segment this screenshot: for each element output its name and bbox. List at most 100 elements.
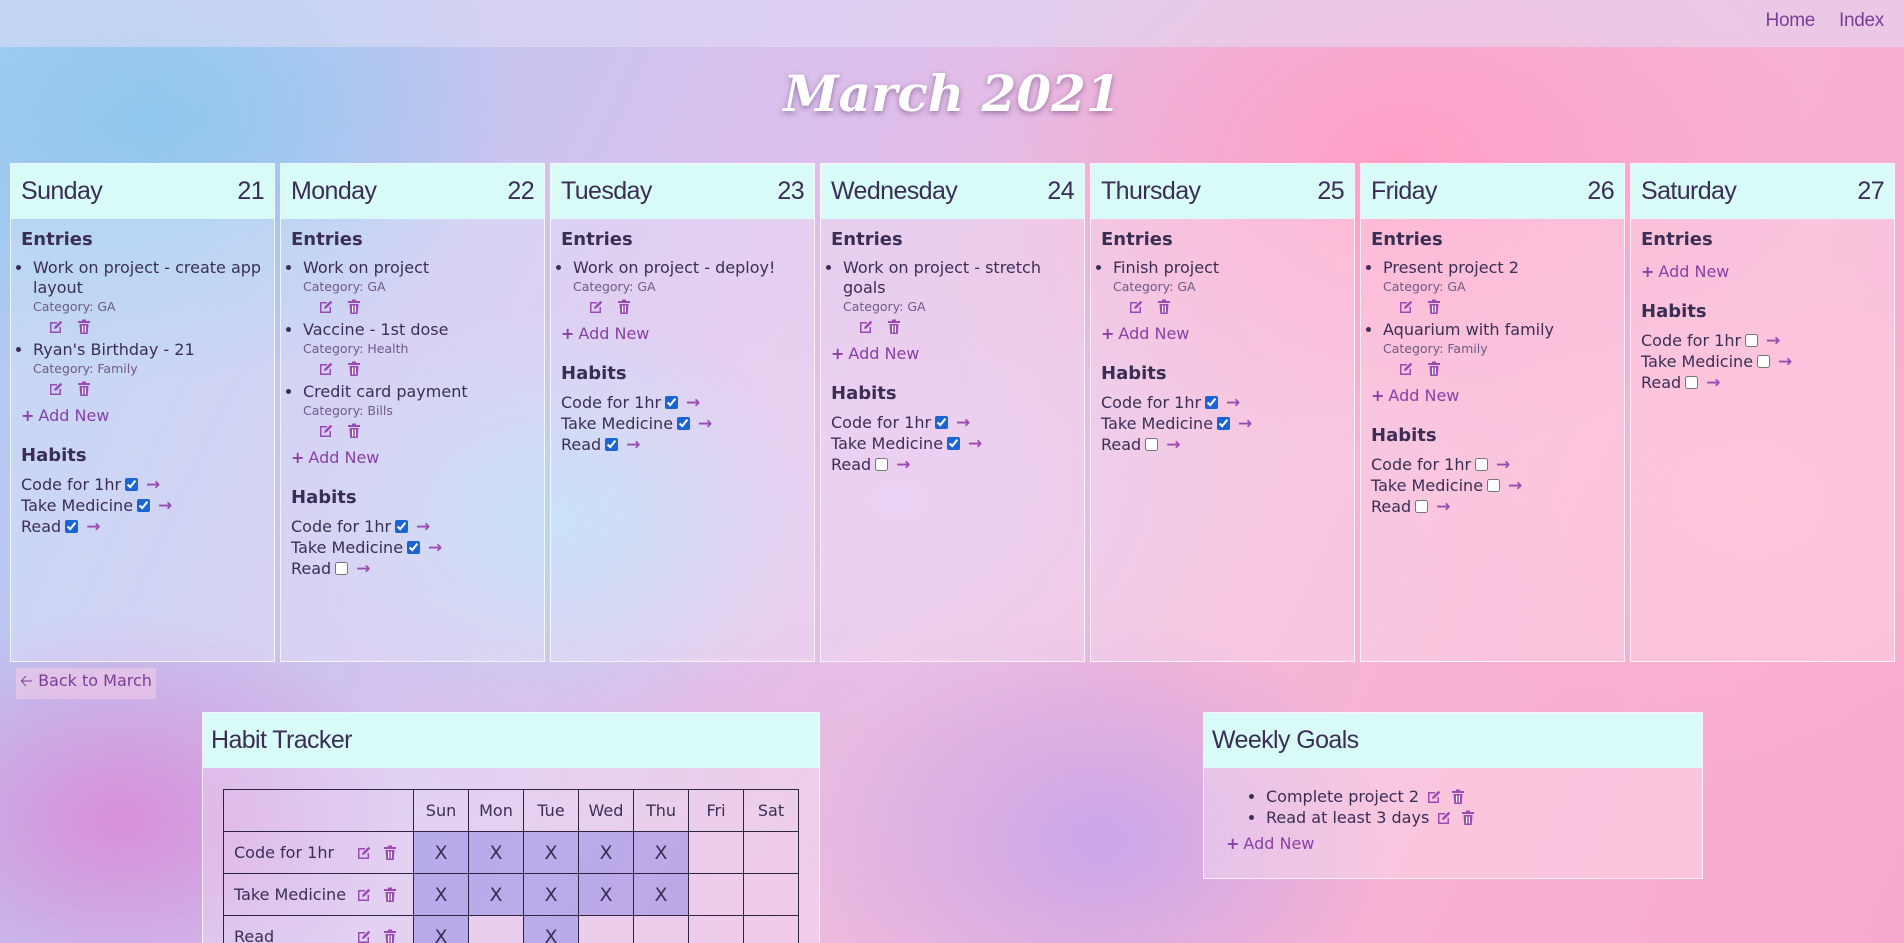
habit-checkbox[interactable] <box>665 396 679 409</box>
add-entry-button[interactable]: + Add New <box>561 324 649 343</box>
add-entry-button[interactable]: + Add New <box>1641 262 1729 281</box>
arrow-right-icon[interactable]: → <box>626 435 640 455</box>
habit-checkbox[interactable] <box>65 520 79 533</box>
arrow-right-icon[interactable]: → <box>158 496 172 516</box>
trash-icon[interactable] <box>381 928 399 943</box>
entries-list: Work on project - deploy! Category: GA <box>561 258 804 318</box>
nav-link-home[interactable]: Home <box>1766 10 1816 32</box>
habit-checkbox[interactable] <box>335 562 349 575</box>
arrow-right-icon[interactable]: → <box>686 393 700 413</box>
tracker-day-header: Fri <box>688 789 744 832</box>
goal-row: Complete project 2 <box>1266 786 1467 807</box>
entry-item: Finish project Category: GA <box>1113 258 1344 318</box>
habit-checkbox[interactable] <box>1415 500 1429 513</box>
arrow-right-icon[interactable]: → <box>1508 476 1522 496</box>
trash-icon[interactable] <box>381 844 399 862</box>
trash-icon[interactable] <box>75 380 93 398</box>
add-entry-button[interactable]: + Add New <box>291 448 379 467</box>
edit-icon[interactable] <box>1435 809 1453 827</box>
edit-icon[interactable] <box>317 422 335 440</box>
edit-icon[interactable] <box>47 380 65 398</box>
edit-icon[interactable] <box>1397 298 1415 316</box>
habit-checkbox[interactable] <box>395 520 409 533</box>
habit-checkbox[interactable] <box>1217 417 1231 430</box>
trash-icon[interactable] <box>1449 788 1467 806</box>
edit-icon[interactable] <box>355 886 373 904</box>
habit-checkbox[interactable] <box>1757 355 1771 368</box>
trash-icon[interactable] <box>345 298 363 316</box>
tracker-mark-cell: X <box>468 831 524 874</box>
entries-heading: Entries <box>291 229 363 250</box>
arrow-right-icon[interactable]: → <box>956 413 970 433</box>
habit-checkbox[interactable] <box>1205 396 1219 409</box>
arrow-right-icon[interactable]: → <box>356 559 370 579</box>
add-goal-button[interactable]: + Add New <box>1226 834 1314 853</box>
entry-actions <box>843 316 1074 338</box>
habit-row: Take Medicine → <box>1371 475 1614 496</box>
edit-icon[interactable] <box>587 298 605 316</box>
trash-icon[interactable] <box>75 318 93 336</box>
trash-icon[interactable] <box>1425 298 1443 316</box>
arrow-right-icon[interactable]: → <box>428 538 442 558</box>
add-entry-button[interactable]: + Add New <box>1371 386 1459 405</box>
add-entry-button[interactable]: + Add New <box>1101 324 1189 343</box>
edit-icon[interactable] <box>1127 298 1145 316</box>
tracker-mark-cell <box>743 831 799 874</box>
arrow-right-icon[interactable]: → <box>146 475 160 495</box>
day-date: 21 <box>237 177 264 205</box>
habit-checkbox[interactable] <box>137 499 151 512</box>
habit-checkbox[interactable] <box>1745 334 1759 347</box>
habit-checkbox[interactable] <box>1685 376 1699 389</box>
back-to-month-link[interactable]: 🡠 Back to March <box>16 668 156 699</box>
edit-icon[interactable] <box>317 360 335 378</box>
edit-icon[interactable] <box>1397 360 1415 378</box>
habit-checkbox[interactable] <box>1487 479 1501 492</box>
arrow-right-icon[interactable]: → <box>968 434 982 454</box>
edit-icon[interactable] <box>317 298 335 316</box>
arrow-right-icon[interactable]: → <box>1706 373 1720 393</box>
trash-icon[interactable] <box>615 298 633 316</box>
arrow-right-icon[interactable]: → <box>698 414 712 434</box>
add-entry-button[interactable]: + Add New <box>831 344 919 363</box>
arrow-right-icon[interactable]: → <box>1766 331 1780 351</box>
habit-checkbox[interactable] <box>1475 458 1489 471</box>
edit-icon[interactable] <box>1425 788 1443 806</box>
arrow-right-icon[interactable]: → <box>1238 414 1252 434</box>
entry-title: Credit card payment <box>303 382 468 401</box>
arrow-right-icon[interactable]: → <box>1496 455 1510 475</box>
entry-title: Aquarium with family <box>1383 320 1555 339</box>
trash-icon[interactable] <box>1459 809 1477 827</box>
trash-icon[interactable] <box>345 422 363 440</box>
arrow-right-icon[interactable]: → <box>416 517 430 537</box>
arrow-right-icon[interactable]: → <box>1778 352 1792 372</box>
trash-icon[interactable] <box>885 318 903 336</box>
habit-row: Take Medicine → <box>831 433 1074 454</box>
trash-icon[interactable] <box>1155 298 1173 316</box>
habit-checkbox[interactable] <box>407 541 421 554</box>
habit-checkbox[interactable] <box>935 416 949 429</box>
habit-checkbox[interactable] <box>947 437 961 450</box>
arrow-right-icon[interactable]: → <box>1226 393 1240 413</box>
arrow-right-icon[interactable]: → <box>1436 497 1450 517</box>
entries-list: Finish project Category: GA <box>1101 258 1344 318</box>
habit-row: Read → <box>831 454 1074 475</box>
habit-checkbox[interactable] <box>125 478 139 491</box>
edit-icon[interactable] <box>47 318 65 336</box>
arrow-right-icon[interactable]: → <box>1166 435 1180 455</box>
edit-icon[interactable] <box>355 928 373 943</box>
arrow-right-icon[interactable]: → <box>86 517 100 537</box>
habit-checkbox[interactable] <box>677 417 691 430</box>
edit-icon[interactable] <box>355 844 373 862</box>
habit-checkbox[interactable] <box>605 438 619 451</box>
tracker-mark-cell: X <box>523 873 579 916</box>
add-entry-button[interactable]: + Add New <box>21 406 109 425</box>
arrow-right-icon[interactable]: → <box>896 455 910 475</box>
habit-checkbox[interactable] <box>875 458 889 471</box>
trash-icon[interactable] <box>1425 360 1443 378</box>
nav-link-index[interactable]: Index <box>1839 10 1884 32</box>
habit-name: Read <box>291 559 332 578</box>
trash-icon[interactable] <box>345 360 363 378</box>
habit-checkbox[interactable] <box>1145 438 1159 451</box>
trash-icon[interactable] <box>381 886 399 904</box>
edit-icon[interactable] <box>857 318 875 336</box>
